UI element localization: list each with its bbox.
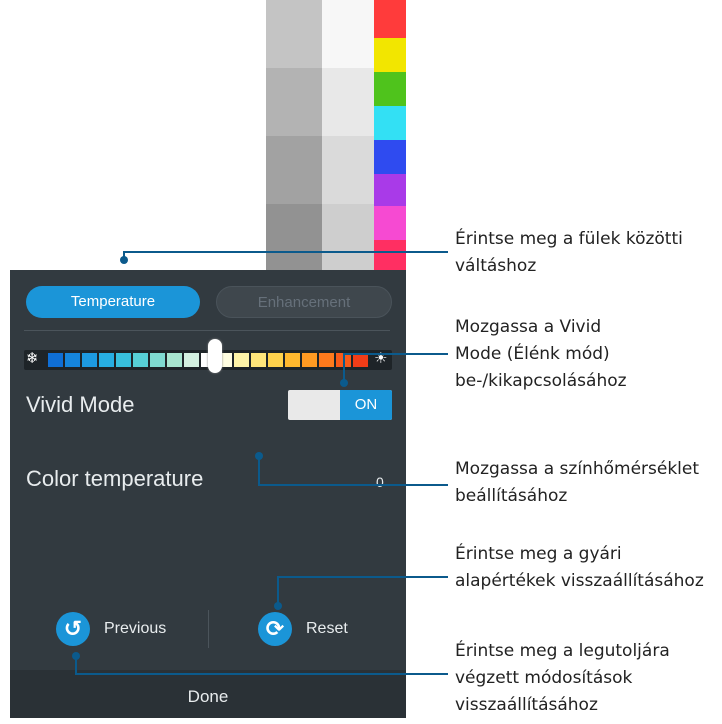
magenta-swatch: [374, 206, 406, 240]
vivid-mode-toggle[interactable]: ON: [288, 390, 392, 420]
done-button[interactable]: Done: [10, 670, 406, 718]
reset-icon[interactable]: ⟳: [258, 612, 292, 646]
slider-thumb[interactable]: [208, 339, 222, 373]
green-swatch: [374, 72, 406, 106]
pink-swatch: [374, 240, 406, 270]
gradient-segment: [166, 353, 182, 367]
color-temperature-label: Color temperature: [26, 466, 204, 491]
previous-button[interactable]: Previous: [104, 620, 166, 638]
cyan-swatch: [374, 106, 406, 140]
gradient-segment: [302, 353, 318, 367]
gray-swatch: [266, 136, 322, 204]
gradient-segment: [268, 353, 284, 367]
gradient-segment: [149, 353, 165, 367]
phone-screen: Temperature Enhancement Vivid Mode ON Co…: [10, 0, 406, 718]
callout-previous: Érintse meg a legutoljára végzett módosí…: [455, 641, 670, 715]
callout-color-temperature: Mozgassa a színhőmérséklet beállításához: [455, 459, 700, 506]
gradient-segment: [336, 353, 352, 367]
gray-swatch: [322, 204, 374, 270]
sun-icon: ☀: [374, 350, 388, 367]
snowflake-icon: ❄: [26, 350, 39, 367]
gradient-segment: [285, 353, 301, 367]
previous-icon[interactable]: ↺: [56, 612, 90, 646]
gradient-segment: [234, 353, 250, 367]
gray-swatch: [266, 68, 322, 136]
gray-swatch: [322, 136, 374, 204]
toggle-state: ON: [340, 390, 392, 420]
purple-swatch: [374, 174, 406, 206]
gradient-segment: [183, 353, 199, 367]
divider: [24, 330, 390, 331]
gradient-segment: [132, 353, 148, 367]
color-test-preview: [10, 0, 406, 270]
callout-vivid-mode: Mozgassa a Vivid Mode (Élénk mód) be-/ki…: [455, 317, 627, 391]
vivid-mode-label: Vivid Mode: [26, 392, 135, 417]
callout-reset: Érintse meg a gyári alapértékek visszaál…: [455, 544, 704, 591]
gray-swatch: [322, 0, 374, 68]
gray-swatch: [266, 204, 322, 270]
yellow-swatch: [374, 38, 406, 72]
tab-temperature[interactable]: Temperature: [26, 286, 200, 318]
gradient-segment: [98, 353, 114, 367]
gradient-segment: [353, 353, 368, 367]
reset-button[interactable]: Reset: [306, 620, 348, 638]
button-divider: [208, 610, 209, 648]
callout-tabs: Érintse meg a fülek közötti váltáshoz: [455, 229, 683, 276]
tab-enhancement[interactable]: Enhancement: [216, 286, 392, 318]
red-swatch: [374, 0, 406, 38]
color-temperature-value: 0: [376, 474, 384, 490]
gray-swatch: [266, 0, 322, 68]
gradient-segment: [115, 353, 131, 367]
gradient-segment: [251, 353, 267, 367]
blue-swatch: [374, 140, 406, 174]
gray-swatch: [322, 68, 374, 136]
gradient-segment: [319, 353, 335, 367]
gradient-segment: [81, 353, 97, 367]
gradient-segment: [64, 353, 80, 367]
gradient-segment: [48, 353, 63, 367]
settings-panel: Temperature Enhancement Vivid Mode ON Co…: [10, 270, 406, 718]
